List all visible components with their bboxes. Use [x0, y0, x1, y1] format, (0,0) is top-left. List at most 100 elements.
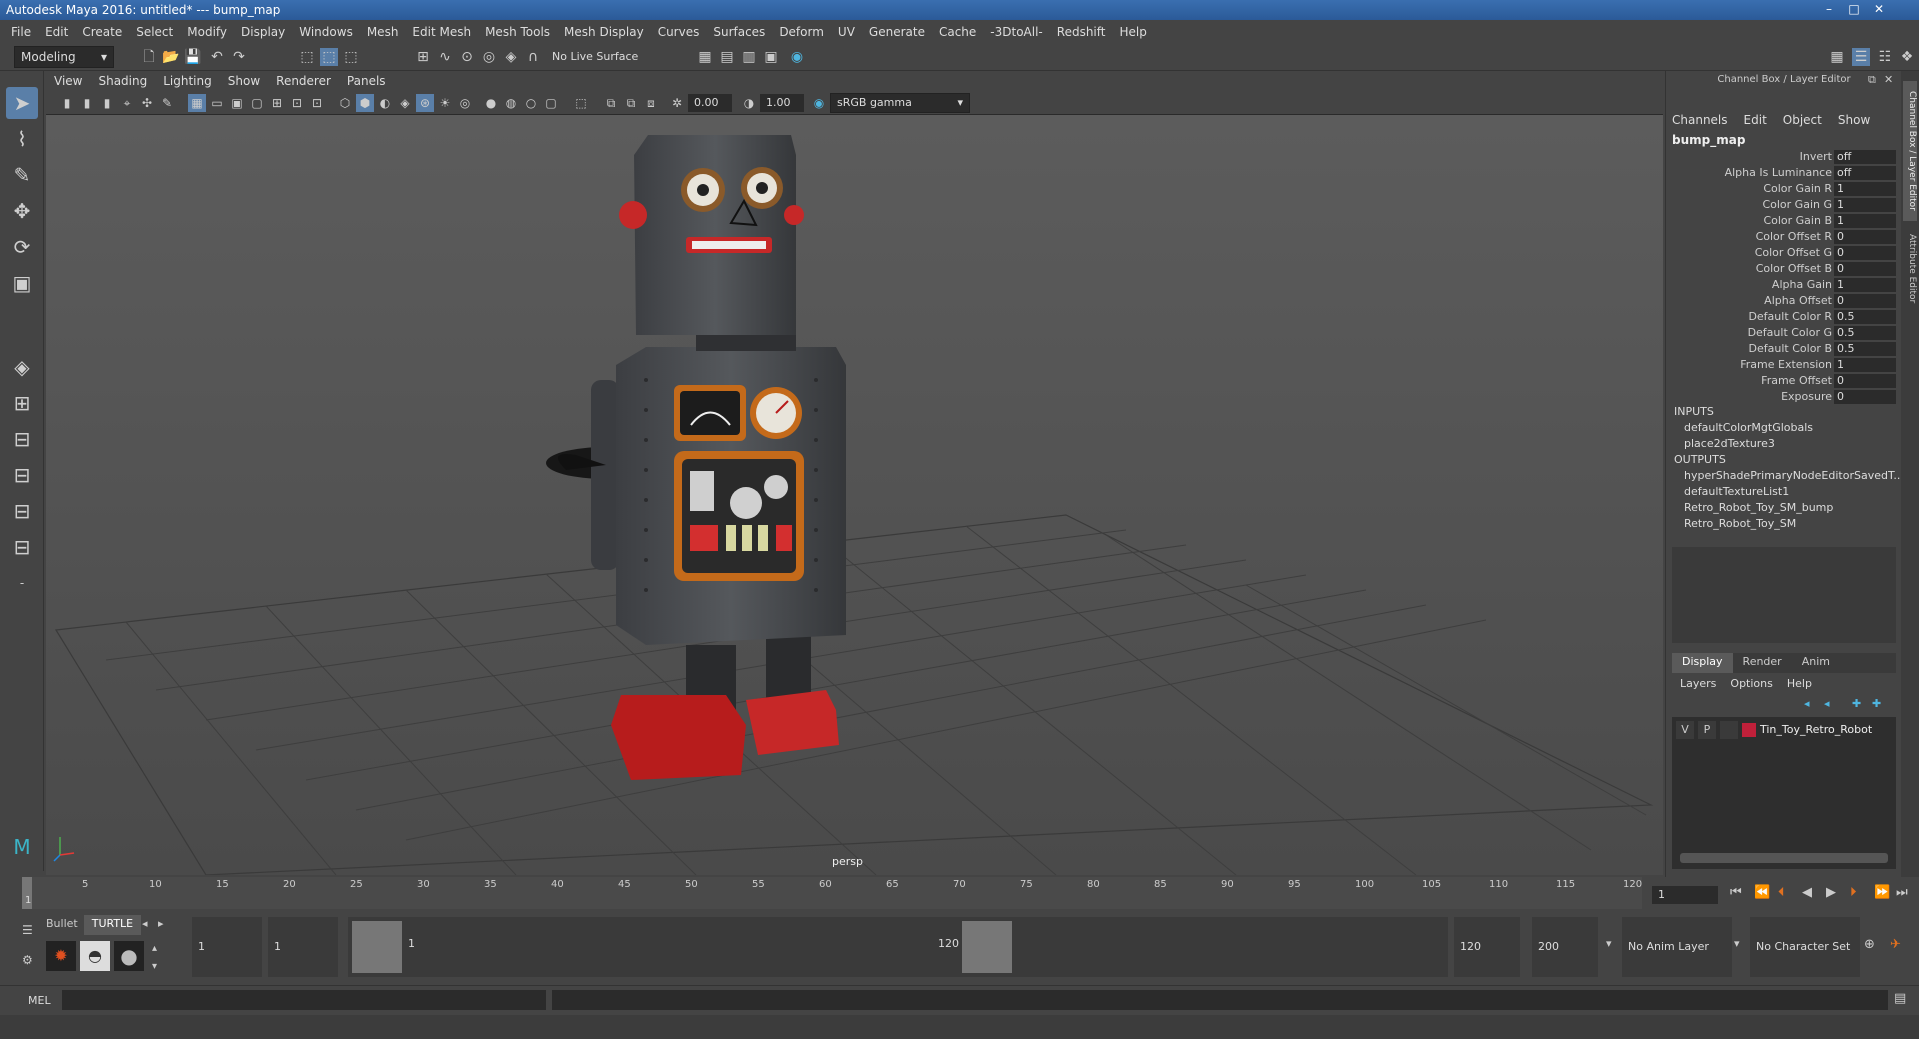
- range-start-handle[interactable]: [352, 921, 402, 973]
- viewport-scene[interactable]: [46, 115, 1663, 875]
- panel-menu-panels[interactable]: Panels: [339, 74, 394, 88]
- xray-icon[interactable]: ▢: [542, 94, 560, 112]
- input-node[interactable]: place2dTexture3: [1684, 437, 1775, 450]
- attr-value[interactable]: 1: [1834, 278, 1896, 292]
- attr-row[interactable]: Invert off: [1666, 149, 1896, 165]
- tab-channel-box-layer-editor[interactable]: Channel Box / Layer Editor: [1903, 81, 1917, 221]
- time-slider-track[interactable]: 1 5 10 15 20 25 30 35 40 45 50 55 60 65 …: [22, 877, 1642, 909]
- attr-row[interactable]: Alpha Offset 0: [1666, 293, 1896, 309]
- shelf-menu-icon[interactable]: ☰: [22, 923, 33, 937]
- gamma-icon[interactable]: ◑: [740, 94, 758, 112]
- ipr-render-icon[interactable]: ▥: [740, 48, 758, 66]
- wireframe-icon[interactable]: ⬡: [336, 94, 354, 112]
- menu-redshift[interactable]: Redshift: [1050, 25, 1113, 39]
- render-frame-icon[interactable]: ▤: [718, 48, 736, 66]
- attr-row[interactable]: Alpha Is Luminance off: [1666, 165, 1896, 181]
- new-layer-selected-icon[interactable]: ✚: [1872, 697, 1881, 710]
- menu-uv[interactable]: UV: [831, 25, 862, 39]
- shadows-icon[interactable]: ☀: [436, 94, 454, 112]
- open-scene-icon[interactable]: 📂: [162, 48, 180, 66]
- shelf-tab-bullet[interactable]: Bullet: [40, 915, 84, 935]
- menu-select[interactable]: Select: [129, 25, 180, 39]
- perspective-viewport[interactable]: persp: [46, 115, 1663, 875]
- attr-row[interactable]: Color Gain G1: [1666, 197, 1896, 213]
- end-frame-field[interactable]: 200: [1532, 917, 1598, 977]
- step-back-key-icon[interactable]: ⏴: [1778, 885, 1785, 900]
- persp-graph-icon[interactable]: ⊟: [6, 459, 38, 491]
- rotate-tool-icon[interactable]: ⟳: [6, 231, 38, 263]
- command-language-label[interactable]: MEL: [28, 994, 51, 1007]
- xray-joints-icon[interactable]: ⧉: [602, 94, 620, 112]
- shelf-tab-turtle[interactable]: TURTLE: [83, 915, 142, 935]
- attr-row[interactable]: Color Offset G0: [1666, 245, 1896, 261]
- live-surface-field[interactable]: No Live Surface: [552, 48, 652, 66]
- motion-blur-icon[interactable]: ●: [482, 94, 500, 112]
- attr-value[interactable]: 0.5: [1834, 326, 1896, 340]
- select-object-icon[interactable]: ⬚: [320, 48, 338, 66]
- shelf-scroll-left-icon[interactable]: ◂: [142, 917, 148, 930]
- go-to-end-icon[interactable]: ⏭: [1896, 885, 1908, 900]
- image-plane-icon[interactable]: ⌖: [118, 94, 136, 112]
- grid-toggle-icon[interactable]: ▦: [188, 94, 206, 112]
- turtle-baking-icon[interactable]: ◓: [80, 941, 110, 971]
- menu-deform[interactable]: Deform: [772, 25, 831, 39]
- attr-value[interactable]: 1: [1834, 214, 1896, 228]
- select-tool-icon[interactable]: ➤: [6, 87, 38, 119]
- character-set-dropdown[interactable]: No Character Set: [1750, 917, 1860, 977]
- attr-row[interactable]: Frame Offset 0: [1666, 373, 1896, 389]
- output-node[interactable]: Retro_Robot_Toy_SM: [1684, 517, 1796, 530]
- wireframe-on-shaded-icon[interactable]: ◐: [376, 94, 394, 112]
- attr-row[interactable]: Alpha Gain 1: [1666, 277, 1896, 293]
- play-backwards-icon[interactable]: ◀: [1802, 885, 1812, 900]
- render-settings-icon[interactable]: ▦: [696, 48, 714, 66]
- snap-curve-icon[interactable]: ∿: [436, 48, 454, 66]
- depth-of-field-icon[interactable]: ○: [522, 94, 540, 112]
- range-end-handle[interactable]: [962, 921, 1012, 973]
- attr-row[interactable]: Default Color B 0.5: [1666, 341, 1896, 357]
- panel-menu-show[interactable]: Show: [220, 74, 268, 88]
- go-to-start-icon[interactable]: ⏮: [1730, 885, 1742, 900]
- shelf-scroll-right-icon[interactable]: ▸: [158, 917, 164, 930]
- attr-value[interactable]: 0: [1834, 374, 1896, 388]
- paint-select-icon[interactable]: ✎: [6, 159, 38, 191]
- snap-point-icon[interactable]: ⊙: [458, 48, 476, 66]
- menu-windows[interactable]: Windows: [292, 25, 360, 39]
- safe-action-icon[interactable]: ⊡: [288, 94, 306, 112]
- playback-end-field[interactable]: 120: [1454, 917, 1520, 977]
- menu-display[interactable]: Display: [234, 25, 292, 39]
- start-frame-field[interactable]: 1: [192, 917, 262, 977]
- layer-name[interactable]: Tin_Toy_Retro_Robot: [1760, 721, 1872, 739]
- safe-title-icon[interactable]: ⊡: [308, 94, 326, 112]
- close-icon[interactable]: ✕: [1868, 0, 1890, 18]
- attr-value[interactable]: off: [1834, 150, 1896, 164]
- attr-row[interactable]: Color Gain R1: [1666, 181, 1896, 197]
- 2d-pan-icon[interactable]: ✣: [138, 94, 156, 112]
- color-management-icon[interactable]: ◉: [810, 94, 828, 112]
- shelf-settings-icon[interactable]: ⚙: [22, 953, 33, 967]
- tab-render[interactable]: Render: [1733, 653, 1792, 673]
- attr-row[interactable]: Default Color R 0.5: [1666, 309, 1896, 325]
- attr-value[interactable]: 0: [1834, 262, 1896, 276]
- smooth-shade-icon[interactable]: ⬢: [356, 94, 374, 112]
- attr-value[interactable]: 0: [1834, 246, 1896, 260]
- layer-menu-layers[interactable]: Layers: [1680, 677, 1716, 695]
- move-tool-icon[interactable]: ✥: [6, 195, 38, 227]
- panel-menu-shading[interactable]: Shading: [90, 74, 155, 88]
- attr-row[interactable]: Frame Extension 1: [1666, 357, 1896, 373]
- render-view-icon[interactable]: ▣: [762, 48, 780, 66]
- snap-magnet-icon[interactable]: ∩: [524, 48, 542, 66]
- resolution-gate-icon[interactable]: ▣: [228, 94, 246, 112]
- attr-value[interactable]: 0.5: [1834, 342, 1896, 356]
- cb-menu-channels[interactable]: Channels: [1672, 113, 1728, 131]
- multisample-icon[interactable]: ◍: [502, 94, 520, 112]
- camera-attr-icon[interactable]: ▮: [78, 94, 96, 112]
- attr-value[interactable]: off: [1834, 166, 1896, 180]
- attr-value[interactable]: 0: [1834, 230, 1896, 244]
- layer-list-scrollbar[interactable]: [1680, 853, 1888, 863]
- play-forwards-icon[interactable]: ▶: [1826, 885, 1836, 900]
- xray-active-icon[interactable]: ⧉: [622, 94, 640, 112]
- select-component-icon[interactable]: ⬚: [342, 48, 360, 66]
- textured-icon[interactable]: ◈: [396, 94, 414, 112]
- layer-menu-help[interactable]: Help: [1787, 677, 1812, 695]
- menu-surfaces[interactable]: Surfaces: [706, 25, 772, 39]
